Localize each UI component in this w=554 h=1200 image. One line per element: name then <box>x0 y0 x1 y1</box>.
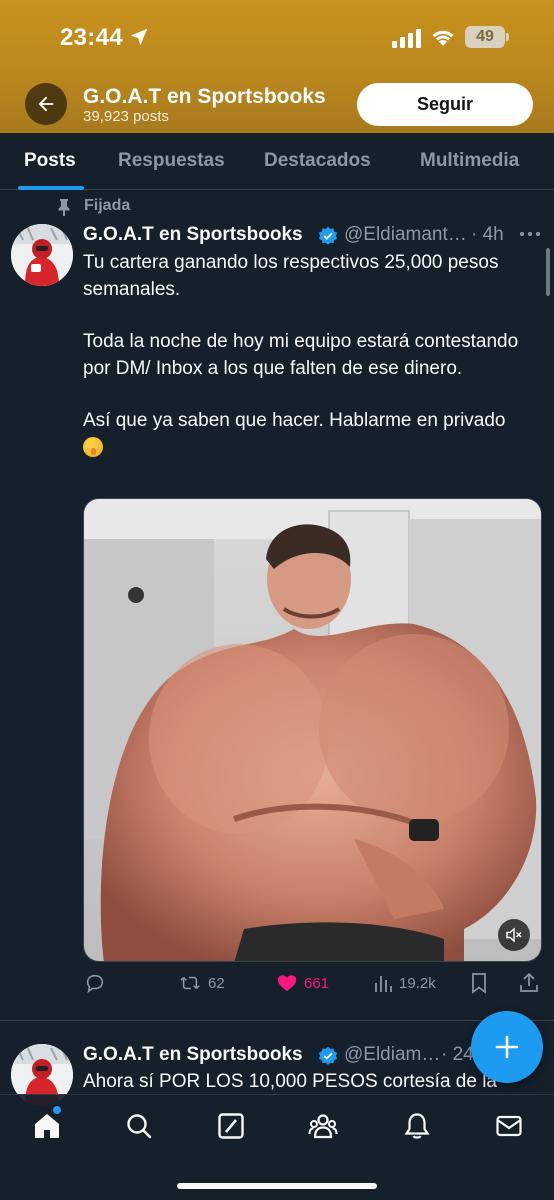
post-time: · 24 <box>441 1044 474 1065</box>
like-button[interactable]: 661 <box>276 972 329 994</box>
communities-icon[interactable] <box>308 1111 338 1141</box>
unread-dot <box>53 1106 61 1114</box>
avatar-image <box>11 224 73 286</box>
post-actions: 62 661 19.2k <box>0 972 554 998</box>
back-button[interactable] <box>25 83 67 125</box>
repost-count: 62 <box>208 974 225 992</box>
pinned-label: Fijada <box>84 197 131 214</box>
verified-badge-icon <box>318 1046 338 1065</box>
post-count: 39,923 posts <box>83 108 169 125</box>
battery-nub <box>506 33 509 41</box>
like-count: 661 <box>304 974 330 992</box>
post-author-name[interactable]: G.O.A.T en Sportsbooks <box>83 1044 303 1066</box>
messages-icon[interactable] <box>494 1111 524 1141</box>
account-title: G.O.A.T en Sportsbooks <box>83 85 326 108</box>
post-handle[interactable]: @Eldiam… <box>344 1044 440 1066</box>
reply-icon <box>86 974 104 994</box>
post-divider <box>0 1020 554 1021</box>
heart-filled-icon <box>277 975 297 992</box>
search-icon[interactable] <box>124 1111 154 1141</box>
verified-badge-icon <box>318 226 338 245</box>
views-button[interactable]: 19.2k <box>373 972 436 994</box>
home-indicator <box>177 1183 377 1189</box>
post-body: Ahora sí POR LOS 10,000 PESOS cortesía d… <box>83 1071 497 1092</box>
grok-icon[interactable] <box>216 1111 246 1141</box>
repost-icon <box>180 976 200 990</box>
status-bar: 23:44 49 <box>0 22 554 54</box>
follow-button[interactable]: Seguir <box>357 83 533 126</box>
video-frame-image <box>84 499 541 961</box>
avatar[interactable] <box>11 224 73 286</box>
active-tab-indicator <box>18 186 84 190</box>
reply-button[interactable] <box>84 972 106 994</box>
home-icon[interactable] <box>32 1111 62 1141</box>
share-icon <box>520 972 538 992</box>
post-paragraph: Toda la noche de hoy mi equipo estará co… <box>83 331 519 379</box>
post-handle[interactable]: @Eldiamant… <box>344 224 467 246</box>
compose-button[interactable] <box>471 1011 543 1083</box>
pinned-indicator: Fijada <box>0 196 554 218</box>
speaker-muted-icon <box>506 927 522 943</box>
post-author-name[interactable]: G.O.A.T en Sportsbooks <box>83 224 303 246</box>
plus-icon <box>495 1035 519 1059</box>
location-arrow-icon <box>130 28 148 46</box>
status-time: 23:44 <box>60 24 123 51</box>
scrollbar[interactable] <box>546 248 550 296</box>
tab-multimedia[interactable]: Multimedia <box>420 150 519 172</box>
share-button[interactable] <box>518 972 540 994</box>
post-paragraph: Así que ya saben que hacer. Hablarme en … <box>83 408 543 461</box>
repost-button[interactable]: 62 <box>178 972 225 994</box>
post-video[interactable] <box>83 498 542 962</box>
views-count: 19.2k <box>399 974 436 992</box>
post-paragraph-text: Así que ya saben que hacer. Hablarme en … <box>83 410 506 431</box>
post-paragraph: Tu cartera ganando los respectivos 25,00… <box>83 252 499 300</box>
post-time: · 4h <box>471 224 504 245</box>
analytics-icon <box>375 976 392 992</box>
post-body: Tu cartera ganando los respectivos 25,00… <box>83 250 543 461</box>
wifi-icon <box>432 30 454 46</box>
tab-destacados[interactable]: Destacados <box>264 150 371 172</box>
profile-header: 23:44 49 G.O.A.T en Sportsbooks 39,923 p… <box>0 0 554 133</box>
mute-button[interactable] <box>498 919 530 951</box>
bookmark-button[interactable] <box>470 972 488 994</box>
tab-respuestas[interactable]: Respuestas <box>118 150 225 172</box>
arrow-left-icon <box>38 96 54 112</box>
pin-icon <box>58 199 70 216</box>
tab-posts[interactable]: Posts <box>24 150 76 172</box>
bookmark-icon <box>472 973 486 994</box>
notifications-icon[interactable] <box>402 1111 432 1141</box>
more-options-icon[interactable] <box>518 229 542 239</box>
profile-tabs: Posts Respuestas Destacados Multimedia <box>0 133 554 190</box>
shushing-face-emoji-icon <box>83 436 103 457</box>
battery-indicator: 49 <box>465 26 505 48</box>
cellular-signal-icon <box>392 29 421 48</box>
